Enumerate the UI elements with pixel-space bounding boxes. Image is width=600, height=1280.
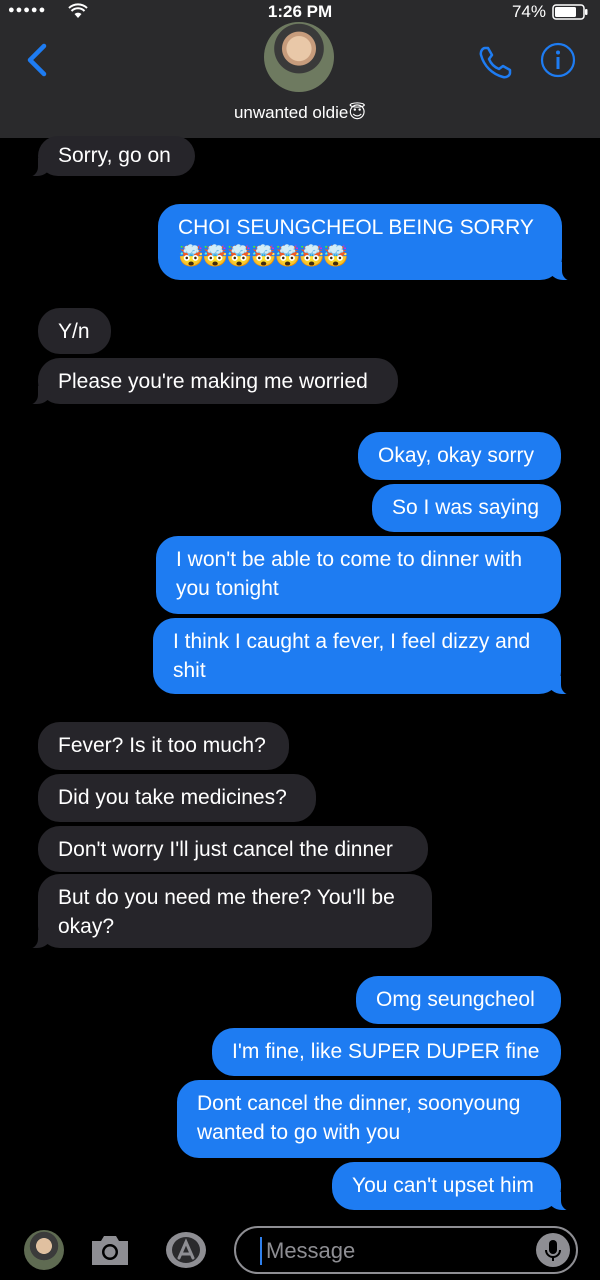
app-store-button[interactable]	[160, 1230, 208, 1270]
info-icon	[540, 42, 576, 78]
contact-avatar[interactable]	[264, 22, 334, 92]
message-placeholder: Message	[266, 1238, 356, 1263]
message-bubble[interactable]: Did you take medicines?	[38, 774, 316, 822]
compose-bar: Message	[0, 1214, 600, 1280]
info-button[interactable]	[540, 42, 576, 78]
battery-percentage: 74%	[511, 2, 546, 21]
message-bubble[interactable]: Okay, okay sorry	[358, 432, 561, 480]
message-bubble[interactable]: I think I caught a fever, I feel dizzy a…	[153, 618, 577, 695]
app-store-icon	[166, 1232, 206, 1268]
message-bubble[interactable]: You can't upset him	[332, 1162, 577, 1211]
back-button[interactable]	[18, 40, 58, 80]
message-bubble[interactable]: Don't worry I'll just cancel the dinner	[38, 826, 428, 872]
memoji-button[interactable]	[24, 1230, 64, 1270]
text-cursor	[260, 1237, 262, 1265]
dictation-button[interactable]	[536, 1233, 570, 1267]
message-bubble[interactable]: Sorry, go on	[22, 136, 195, 177]
message-bubble[interactable]: Y/n	[38, 308, 111, 354]
message-bubble[interactable]: But do you need me there? You'll be okay…	[22, 874, 432, 949]
chevron-left-icon	[27, 43, 47, 77]
message-bubble[interactable]: So I was saying	[372, 484, 561, 532]
conversation-header: ●●●●● 1:26 PM 74% unwanted oldie😇	[0, 0, 600, 138]
contact-name[interactable]: unwanted oldie😇	[0, 103, 600, 123]
message-bubble[interactable]: Dont cancel the dinner, soonyoung wanted…	[177, 1080, 561, 1158]
call-button[interactable]	[476, 42, 516, 82]
microphone-icon	[545, 1240, 561, 1261]
phone-icon	[479, 46, 512, 79]
status-time: 1:26 PM	[267, 2, 333, 21]
message-bubble[interactable]: CHOI SEUNGCHEOL BEING SORRY 🤯🤯🤯🤯🤯🤯🤯	[158, 204, 578, 281]
message-bubble[interactable]: I won't be able to come to dinner with y…	[156, 536, 561, 614]
message-bubble[interactable]: Omg seungcheol	[356, 976, 561, 1024]
camera-icon	[92, 1236, 128, 1265]
message-bubble[interactable]: I'm fine, like SUPER DUPER fine	[212, 1028, 561, 1076]
camera-button[interactable]	[88, 1232, 132, 1268]
message-input[interactable]: Message	[234, 1226, 578, 1274]
battery-icon	[552, 4, 588, 20]
message-bubble[interactable]: Please you're making me worried	[22, 358, 398, 405]
message-bubble[interactable]: Fever? Is it too much?	[38, 722, 289, 770]
